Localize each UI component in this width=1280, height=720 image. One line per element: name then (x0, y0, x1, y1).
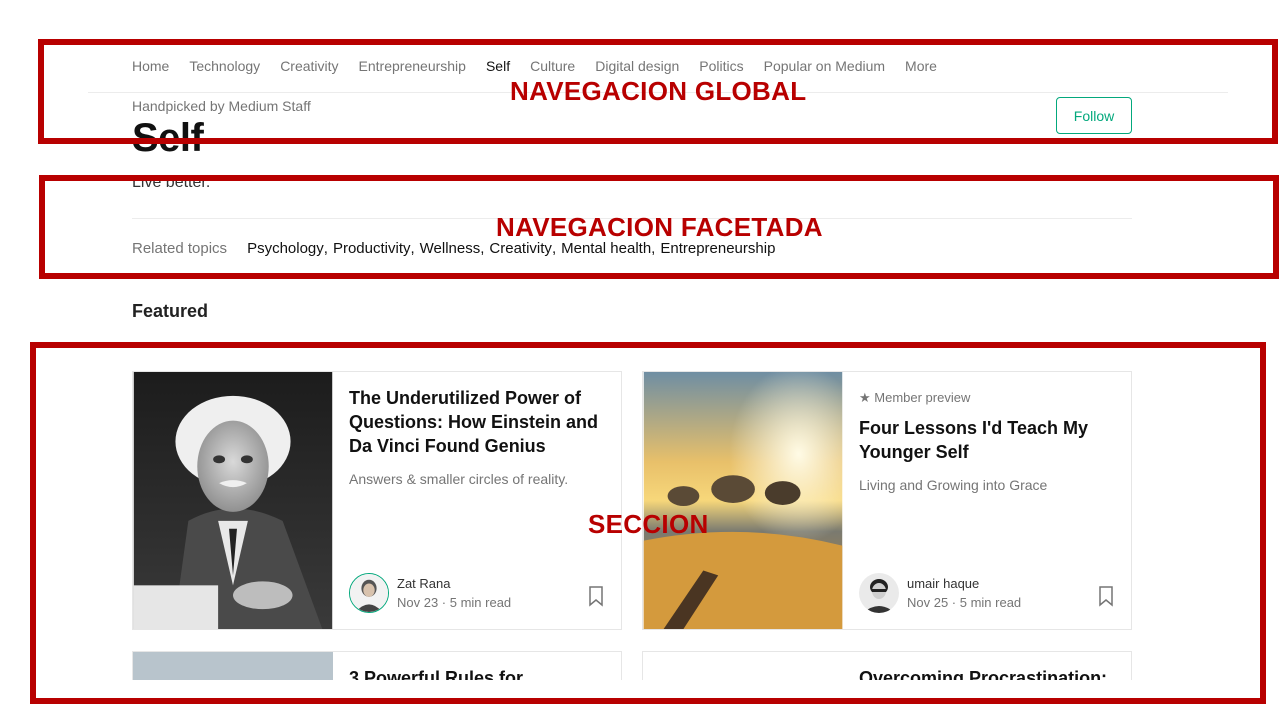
nav-item-culture[interactable]: Culture (530, 58, 575, 74)
annotation-label-faceted-nav: NAVEGACION FACETADA (496, 212, 823, 242)
story-author: Zat Rana Nov 23 · 5 min read (349, 573, 511, 613)
nav-item-entrepreneurship[interactable]: Entrepreneurship (359, 58, 466, 74)
story-meta: Nov 25 · 5 min read (907, 595, 1022, 610)
annotation-box-faceted-nav (39, 175, 1279, 279)
story-card[interactable]: ★ Member preview Four Lessons I'd Teach … (642, 371, 1132, 630)
story-title[interactable]: The Underutilized Power of Questions: Ho… (349, 386, 605, 458)
topic-separator: , (410, 240, 415, 257)
beach-sunset-photo (643, 372, 843, 629)
nav-item-popular[interactable]: Popular on Medium (764, 58, 885, 74)
bookmark-icon[interactable] (1097, 585, 1115, 607)
follow-button[interactable]: Follow (1056, 97, 1132, 134)
author-avatar[interactable] (349, 573, 389, 613)
related-topics: Related topics Psychology, Productivity,… (132, 240, 775, 257)
nav-divider (88, 92, 1228, 93)
nav-item-creativity[interactable]: Creativity (280, 58, 338, 74)
topic-wellness[interactable]: Wellness (420, 240, 481, 257)
related-topics-list: Psychology, Productivity, Wellness, Crea… (247, 240, 775, 257)
nav-item-politics[interactable]: Politics (699, 58, 743, 74)
story-card-body: ★ Member preview Four Lessons I'd Teach … (859, 386, 1115, 629)
nav-item-more[interactable]: More (905, 58, 937, 74)
story-subtitle: Living and Growing into Grace (859, 477, 1048, 493)
topic-separator: , (551, 240, 557, 257)
topic-entrepreneurship[interactable]: Entrepreneurship (660, 240, 775, 257)
topic-separator: , (480, 240, 485, 257)
page-tagline: Live better. (132, 174, 211, 191)
topic-creativity[interactable]: Creativity (489, 240, 552, 257)
story-author: umair haque Nov 25 · 5 min read (859, 573, 1021, 613)
topic-separator: , (651, 240, 656, 257)
nav-item-self[interactable]: Self (486, 58, 510, 74)
author-avatar[interactable] (859, 573, 899, 613)
story-card-body: The Underutilized Power of Questions: Ho… (349, 386, 605, 629)
hero-divider (132, 218, 1132, 219)
nav-item-home[interactable]: Home (132, 58, 169, 74)
nav-item-digital-design[interactable]: Digital design (595, 58, 679, 74)
topic-psychology[interactable]: Psychology (247, 240, 324, 257)
member-preview-badge: ★ Member preview (859, 390, 971, 405)
featured-heading: Featured (132, 301, 209, 321)
story-card[interactable]: The Underutilized Power of Questions: Ho… (132, 371, 622, 630)
topic-mental-health[interactable]: Mental health (561, 240, 651, 257)
topic-separator: , (323, 240, 328, 257)
author-text: umair haque Nov 25 · 5 min read (907, 576, 1021, 610)
einstein-photo (133, 372, 333, 629)
story-meta: Nov 23 · 5 min read (397, 595, 512, 610)
handpicked-label: Handpicked by Medium Staff (132, 98, 311, 114)
related-topics-label: Related topics (132, 240, 228, 257)
topic-productivity[interactable]: Productivity (333, 240, 411, 257)
author-name[interactable]: umair haque (907, 576, 1021, 591)
bookmark-icon[interactable] (587, 585, 605, 607)
story-subtitle: Answers & smaller circles of reality. (349, 471, 569, 487)
story-title[interactable]: Four Lessons I'd Teach My Younger Self (859, 416, 1115, 464)
page-title: Self (132, 116, 204, 160)
global-nav: Home Technology Creativity Entrepreneurs… (132, 58, 937, 74)
author-text: Zat Rana Nov 23 · 5 min read (397, 576, 511, 610)
nav-item-technology[interactable]: Technology (189, 58, 260, 74)
author-name[interactable]: Zat Rana (397, 576, 511, 591)
bottom-mask (30, 680, 1270, 720)
